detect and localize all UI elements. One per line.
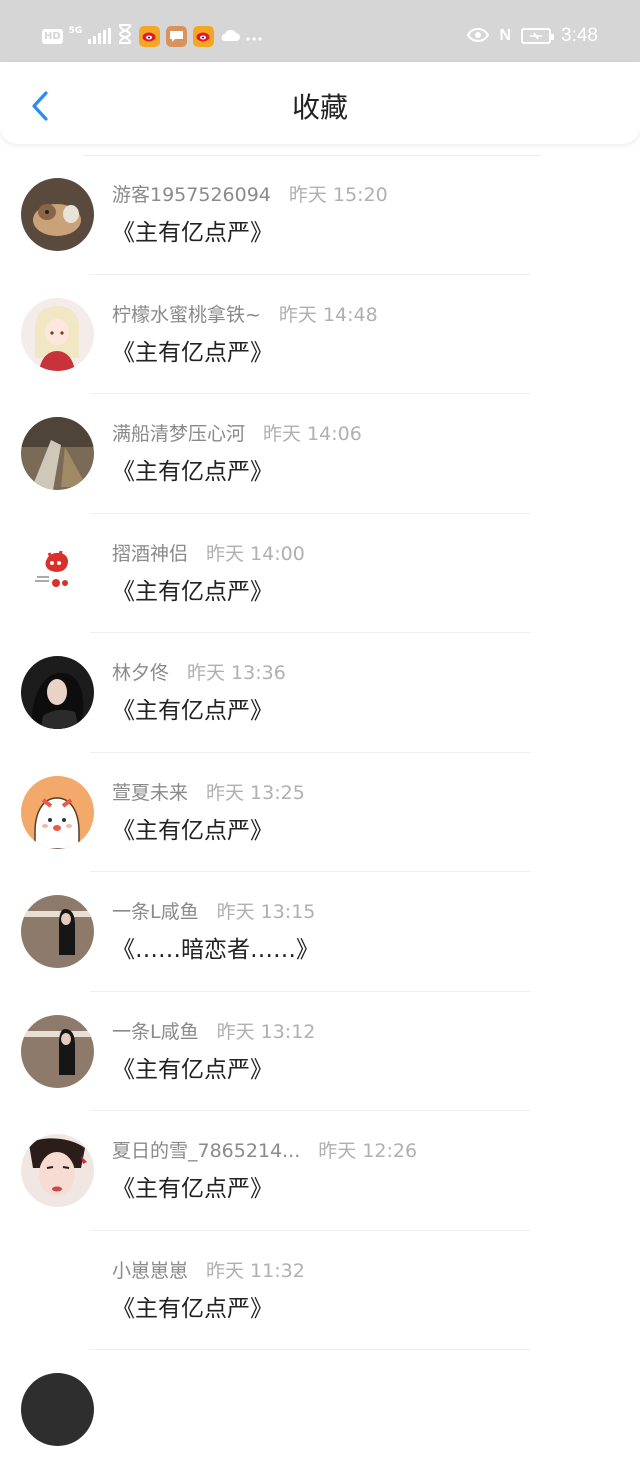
item-title: 《主有亿点严》	[112, 1176, 273, 1202]
item-meta: 一条L咸鱼 昨天 13:12	[112, 1020, 315, 1044]
favorites-list: 游客1957526094 昨天 15:20 《主有亿点严》 柠檬水蜜桃拿铁~ 昨天 …	[0, 155, 640, 1470]
eye-icon	[467, 27, 490, 46]
avatar[interactable]	[21, 1134, 94, 1207]
user-name: 萱夏未来	[112, 781, 189, 804]
item-title: 《主有亿点严》	[112, 698, 273, 724]
user-name: 夏日的雪_7865214...	[112, 1140, 301, 1162]
avatar[interactable]	[21, 417, 94, 490]
list-item[interactable]: 摺酒神侣 昨天 14:00 《主有亿点严》	[0, 514, 640, 633]
weibo-icon	[139, 25, 161, 47]
item-time: 昨天 13:15	[216, 901, 316, 923]
message-icon	[166, 25, 188, 47]
user-name: 一条L咸鱼	[112, 1020, 199, 1043]
item-title: 《主有亿点严》	[112, 1295, 273, 1322]
item-time: 昨天 15:20	[288, 184, 388, 206]
list-item-partial[interactable]	[0, 1350, 640, 1470]
list-item[interactable]: 一条L咸鱼 昨天 13:15 《……暗恋者……》	[0, 872, 640, 992]
list-item[interactable]: 夏日的雪_7865214... 昨天 12:26 《主有亿点严》	[0, 1111, 640, 1231]
status-right: N 3:48	[467, 22, 598, 50]
list-item[interactable]: 游客1957526094 昨天 15:20 《主有亿点严》	[0, 155, 640, 275]
avatar[interactable]	[21, 178, 94, 251]
signal-icon	[88, 28, 112, 44]
user-name: 柠檬水蜜桃拿铁~	[112, 303, 261, 326]
item-meta: 满船清梦压心河 昨天 14:06	[112, 422, 362, 446]
avatar[interactable]	[21, 536, 94, 610]
weibo-icon	[193, 25, 215, 47]
hd-icon: HD	[42, 28, 63, 44]
item-meta: 林夕佟 昨天 13:36	[112, 661, 286, 685]
network-type: 5G	[68, 25, 83, 36]
item-title: 《主有亿点严》	[112, 578, 273, 605]
item-title: 《主有亿点严》	[112, 1056, 273, 1083]
status-bar: HD 5G N 3:48	[0, 0, 640, 62]
item-time: 昨天 12:26	[318, 1140, 418, 1162]
item-meta: 游客1957526094 昨天 15:20	[112, 183, 388, 207]
clock-time: 3:48	[561, 25, 598, 46]
list-item[interactable]: 一条L咸鱼 昨天 13:12 《主有亿点严》	[0, 992, 640, 1111]
user-name: 一条L咸鱼	[112, 901, 199, 923]
item-time: 昨天 14:06	[263, 423, 362, 445]
page-title: 收藏	[291, 91, 348, 124]
item-title: 《主有亿点严》	[112, 339, 273, 366]
item-title: 《主有亿点严》	[112, 220, 273, 246]
list-item[interactable]: 满船清梦压心河 昨天 14:06 《主有亿点严》	[0, 394, 640, 514]
item-meta: 柠檬水蜜桃拿铁~ 昨天 14:48	[112, 303, 378, 327]
item-title: 《……暗恋者……》	[112, 937, 319, 963]
item-meta: 一条L咸鱼 昨天 13:15	[112, 900, 315, 924]
item-time: 昨天 13:25	[206, 781, 305, 804]
user-name: 林夕佟	[112, 662, 170, 684]
item-meta: 萱夏未来 昨天 13:25	[112, 781, 305, 805]
more-icon	[246, 27, 262, 46]
user-name: 小崽崽崽	[112, 1259, 189, 1282]
list-item[interactable]: 萱夏未来 昨天 13:25 《主有亿点严》	[0, 753, 640, 872]
list-item[interactable]: 林夕佟 昨天 13:36 《主有亿点严》	[0, 633, 640, 753]
avatar[interactable]	[21, 1373, 94, 1446]
item-meta: 摺酒神侣 昨天 14:00	[112, 542, 305, 566]
item-time: 昨天 14:48	[278, 303, 378, 326]
battery-icon	[521, 28, 555, 44]
item-time: 昨天 11:32	[206, 1259, 305, 1282]
nav-bar: 收藏	[0, 62, 640, 144]
item-title: 《主有亿点严》	[112, 817, 273, 844]
item-title: 《主有亿点严》	[112, 459, 273, 485]
avatar[interactable]	[21, 656, 94, 729]
avatar[interactable]	[21, 895, 94, 968]
avatar[interactable]	[21, 1014, 94, 1088]
avatar[interactable]	[21, 775, 94, 849]
user-name: 摺酒神侣	[112, 542, 189, 565]
status-left: HD 5G	[42, 22, 262, 50]
item-time: 昨天 13:12	[216, 1020, 316, 1043]
user-name: 游客1957526094	[112, 184, 271, 206]
item-meta: 夏日的雪_7865214... 昨天 12:26	[112, 1139, 417, 1163]
avatar[interactable]	[21, 297, 94, 371]
list-item[interactable]: 柠檬水蜜桃拿铁~ 昨天 14:48 《主有亿点严》	[0, 275, 640, 394]
item-meta: 小崽崽崽 昨天 11:32	[112, 1259, 305, 1283]
item-time: 昨天 13:36	[187, 662, 286, 684]
list-item[interactable]: 小崽崽崽 昨天 11:32 《主有亿点严》	[0, 1231, 640, 1350]
avatar[interactable]	[21, 1253, 94, 1327]
cloud-icon	[220, 27, 241, 46]
hourglass-icon	[117, 24, 133, 48]
nfc-icon: N	[499, 27, 512, 44]
item-time: 昨天 14:00	[206, 542, 305, 565]
user-name: 满船清梦压心河	[112, 423, 246, 445]
